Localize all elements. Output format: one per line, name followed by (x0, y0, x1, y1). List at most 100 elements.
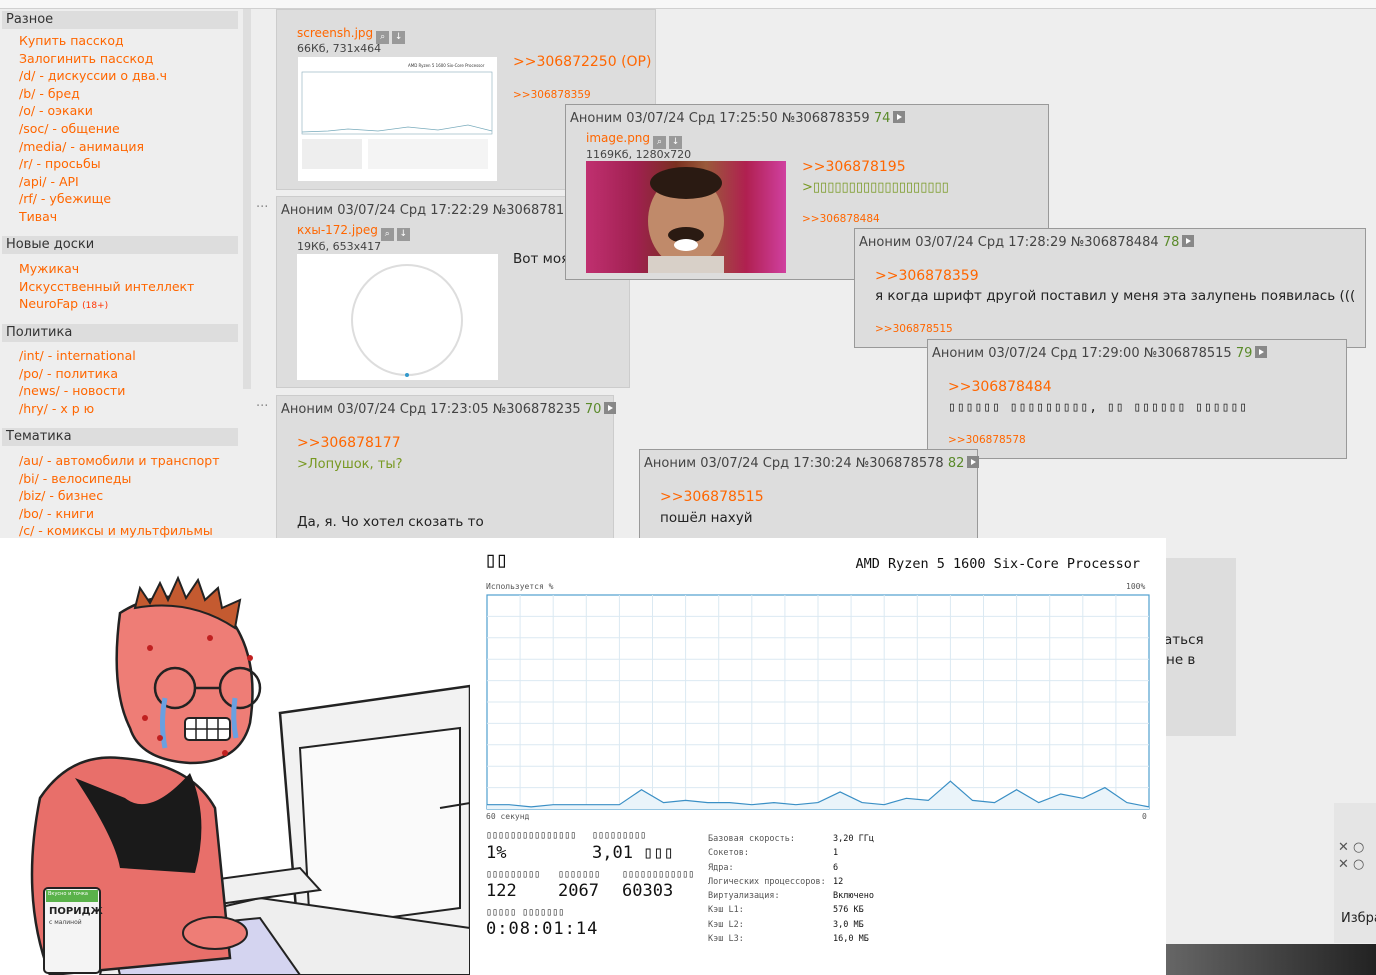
backlink[interactable]: >>306878515 (875, 323, 953, 335)
spec-value: 3,0 МБ (833, 919, 864, 930)
cpu-title-glyphs: ▯▯ (484, 548, 508, 573)
post-header: Аноним 03/07/24 Срд 17:23:05 №306878235 … (281, 402, 617, 417)
stat-label: ▯▯▯▯▯▯▯▯▯▯▯▯▯▯▯ (486, 830, 577, 841)
backlink[interactable]: >>306878359 (513, 89, 591, 101)
sidebar-link[interactable]: /au/ - автомобили и транспорт (19, 452, 219, 470)
task-manager-screenshot: ▯▯ AMD Ryzen 5 1600 Six-Core Processor И… (470, 538, 1166, 975)
reply-link[interactable]: >>306878515 (660, 489, 764, 505)
favorites-label[interactable]: Избра (1341, 911, 1376, 926)
sidebar-link[interactable]: /po/ - политика (19, 365, 136, 383)
sidebar-link[interactable]: /hry/ - х р ю (19, 400, 136, 418)
spec-value: 16,0 МБ (833, 934, 869, 945)
stat-value: 60303 (622, 881, 674, 901)
sidebar-link[interactable]: Залогинить пасскод (19, 50, 167, 68)
sidebar-link[interactable]: NeuroFap (18+) (19, 295, 194, 316)
post-text-line: не в (1166, 652, 1196, 668)
play-icon[interactable] (1182, 235, 1195, 247)
play-icon[interactable] (967, 456, 980, 468)
sidebar-link[interactable]: /int/ - international (19, 347, 136, 365)
sidebar-link[interactable]: /bo/ - книги (19, 505, 219, 523)
sidebar-link[interactable]: /soc/ - общение (19, 120, 167, 138)
reply-link[interactable]: >>306878195 (802, 159, 906, 175)
section-title-new: Новые доски (2, 236, 238, 254)
thumbnail-laughing-man[interactable] (586, 161, 786, 273)
download-icon[interactable]: ↓ (392, 31, 406, 44)
post-306878578: Аноним 03/07/24 Срд 17:30:24 №306878578 … (639, 449, 980, 541)
play-icon[interactable] (1255, 346, 1268, 358)
sidebar-scrollbar[interactable] (243, 9, 251, 389)
section-links-politics: /int/ - international /po/ - политика /n… (19, 347, 136, 417)
file-link[interactable]: кхы-172.jpeg ⌕ ↓ (297, 223, 410, 241)
stat-label: ▯▯▯▯▯▯▯▯▯ (486, 869, 541, 880)
post-header-text: Аноним 03/07/24 Срд 17:30:24 №306878578 (644, 456, 944, 471)
post-header: Аноним 03/07/24 Срд 17:30:24 №306878578 … (644, 456, 980, 471)
board-sidebar: Разное Купить пасскод Залогинить пасскод… (0, 9, 240, 539)
section-links-topics: /au/ - автомобили и транспорт /bi/ - вел… (19, 452, 219, 539)
backlink[interactable]: >>306878484 (802, 213, 880, 225)
file-name[interactable]: image.png (586, 131, 650, 145)
sidebar-link[interactable]: /d/ - дискуссии о два.ч (19, 67, 167, 85)
post-menu-dots[interactable]: ··· (256, 200, 268, 215)
usage-max-label: 100% (1126, 582, 1146, 591)
post-header: Аноним 03/07/24 Срд 17:22:29 №306878197 (281, 203, 581, 218)
time-window-label: 60 секунд (486, 812, 530, 821)
post-306878235: Аноним 03/07/24 Срд 17:23:05 №306878235 … (276, 395, 617, 540)
sidebar-link[interactable]: Тивач (19, 208, 167, 226)
sidebar-link-label[interactable]: NeuroFap (19, 296, 78, 311)
stat-value: 0:08:01:14 (486, 919, 599, 939)
sidebar-link[interactable]: /bi/ - велосипеды (19, 470, 219, 488)
sidebar-link[interactable]: /biz/ - бизнес (19, 487, 219, 505)
usage-label: Используется % (486, 582, 554, 591)
spec-key: Базовая скорость: (708, 834, 795, 844)
sidebar-link[interactable]: /b/ - бред (19, 85, 167, 103)
spec-value: 576 КБ (833, 905, 864, 916)
post-menu-dots[interactable]: ··· (256, 399, 268, 414)
sidebar-link[interactable]: Искусственный интеллект (19, 278, 194, 296)
sidebar-link[interactable]: /api/ - API (19, 173, 167, 191)
post-number: 70 (584, 402, 602, 417)
thumbnail-cpu-graph-icon: AMD Ryzen 5 1600 Six-Core Processor (301, 63, 493, 169)
file-name[interactable]: кхы-172.jpeg (297, 223, 378, 237)
thumbnail-screenshot[interactable]: AMD Ryzen 5 1600 Six-Core Processor (297, 56, 498, 182)
browser-top-bar (0, 0, 1376, 9)
reply-link[interactable]: >>306878359 (875, 268, 979, 284)
reply-link[interactable]: >>306878484 (948, 379, 1052, 395)
sidebar-link[interactable]: /c/ - комиксы и мультфильмы (19, 522, 219, 539)
greentext: >Лопушок, ты? (297, 457, 403, 472)
spec-value: 3,20 ГГц (833, 834, 874, 844)
sidebar-link[interactable]: /rf/ - убежище (19, 190, 167, 208)
search-icon[interactable]: ⌕ (380, 228, 394, 241)
sidebar-link[interactable]: /media/ - анимация (19, 138, 167, 156)
post-header-text: Аноним 03/07/24 Срд 17:28:29 №306878484 (859, 235, 1159, 250)
reply-link[interactable]: >>306872250 (OP) (513, 54, 651, 70)
spec-key: Ядра: (708, 862, 734, 873)
file-info: 19Кб, 653x417 (297, 240, 382, 253)
sidebar-link[interactable]: /news/ - новости (19, 382, 136, 400)
floating-side-panel: ✕ ○✕ ○ Избра (1334, 803, 1376, 943)
sidebar-link[interactable]: /o/ - оэкаки (19, 102, 167, 120)
sidebar-link[interactable]: /r/ - просьбы (19, 155, 167, 173)
taskbar-strip (1166, 944, 1376, 975)
reply-link[interactable]: >>306878177 (297, 435, 401, 451)
section-links-misc: Купить пасскод Залогинить пасскод /d/ - … (19, 32, 167, 226)
post-number: 82 (947, 456, 965, 471)
post-header-text: Аноним 03/07/24 Срд 17:25:50 №306878359 (570, 111, 870, 126)
play-icon[interactable] (893, 111, 906, 123)
spec-key: Сокетов: (708, 848, 749, 859)
play-icon[interactable] (604, 402, 617, 414)
file-name[interactable]: screensh.jpg (297, 26, 373, 40)
spec-key: Кэш L3: (708, 934, 744, 945)
post-header: Аноним 03/07/24 Срд 17:28:29 №306878484 … (859, 235, 1195, 250)
spec-key: Кэш L2: (708, 919, 744, 930)
file-info: 66Кб, 731x464 (297, 42, 382, 55)
sidebar-link[interactable]: Купить пасскод (19, 32, 167, 50)
backlink[interactable]: >>306878578 (948, 434, 1026, 446)
panel-control-icons[interactable]: ✕ ○ ✕ ○ (1338, 839, 1364, 873)
thumbnail-gauge-icon (351, 264, 463, 377)
sidebar-link[interactable]: Мужикач (19, 260, 194, 278)
download-icon[interactable]: ↓ (396, 228, 410, 241)
file-link[interactable]: image.png ⌕ ↓ (586, 131, 683, 149)
stat-value: 3,01 ▯▯▯ (592, 843, 674, 863)
can-brand: Вкусно и точка (48, 891, 88, 897)
thumbnail-circle[interactable] (297, 254, 498, 380)
